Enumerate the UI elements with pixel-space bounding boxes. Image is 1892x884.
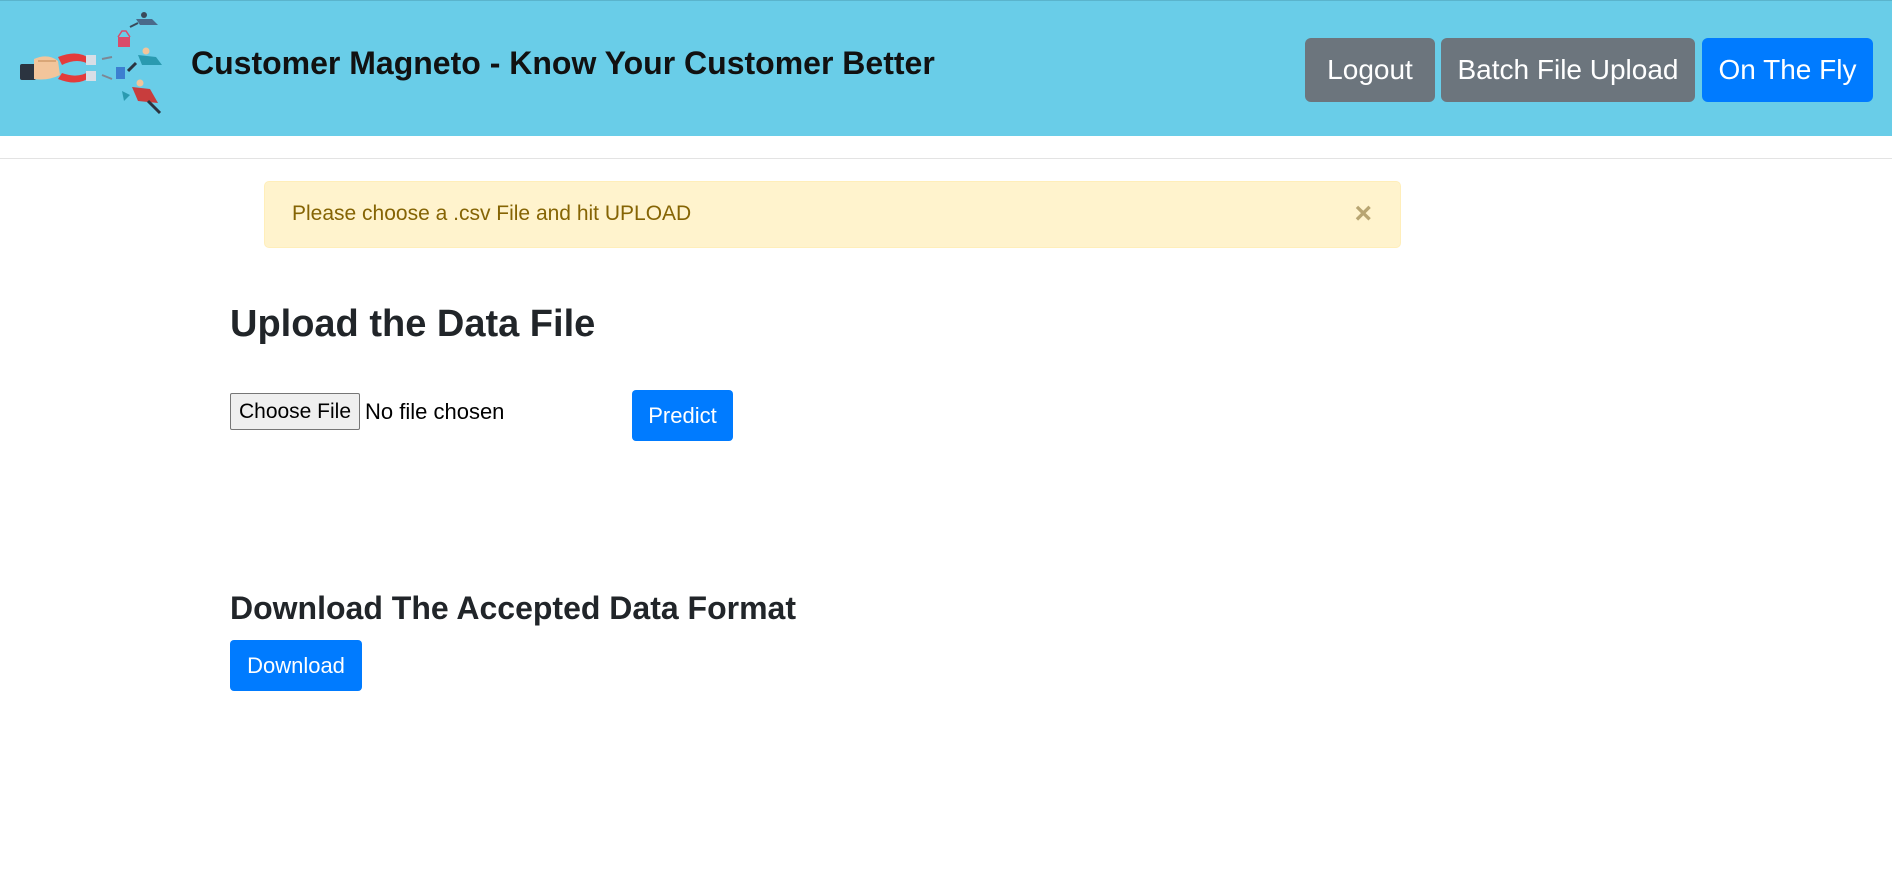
brand-title: Customer Magneto - Know Your Customer Be… (191, 45, 935, 81)
download-button[interactable]: Download (230, 640, 362, 691)
magnet-attracting-customers-icon (20, 12, 162, 115)
warning-alert: Please choose a .csv File and hit UPLOAD… (264, 181, 1401, 248)
logout-button[interactable]: Logout (1305, 38, 1435, 102)
predict-button[interactable]: Predict (632, 390, 733, 441)
batch-file-upload-button[interactable]: Batch File Upload (1441, 38, 1695, 102)
top-navbar: Customer Magneto - Know Your Customer Be… (0, 0, 1892, 136)
file-status-text: No file chosen (365, 399, 505, 424)
download-heading: Download The Accepted Data Format (230, 590, 796, 626)
divider (0, 158, 1892, 159)
close-icon[interactable]: × (1354, 196, 1372, 232)
alert-message: Please choose a .csv File and hit UPLOAD (292, 202, 692, 225)
on-the-fly-button[interactable]: On The Fly (1702, 38, 1873, 102)
choose-file-button[interactable]: Choose File (230, 393, 360, 430)
upload-heading: Upload the Data File (230, 303, 596, 345)
